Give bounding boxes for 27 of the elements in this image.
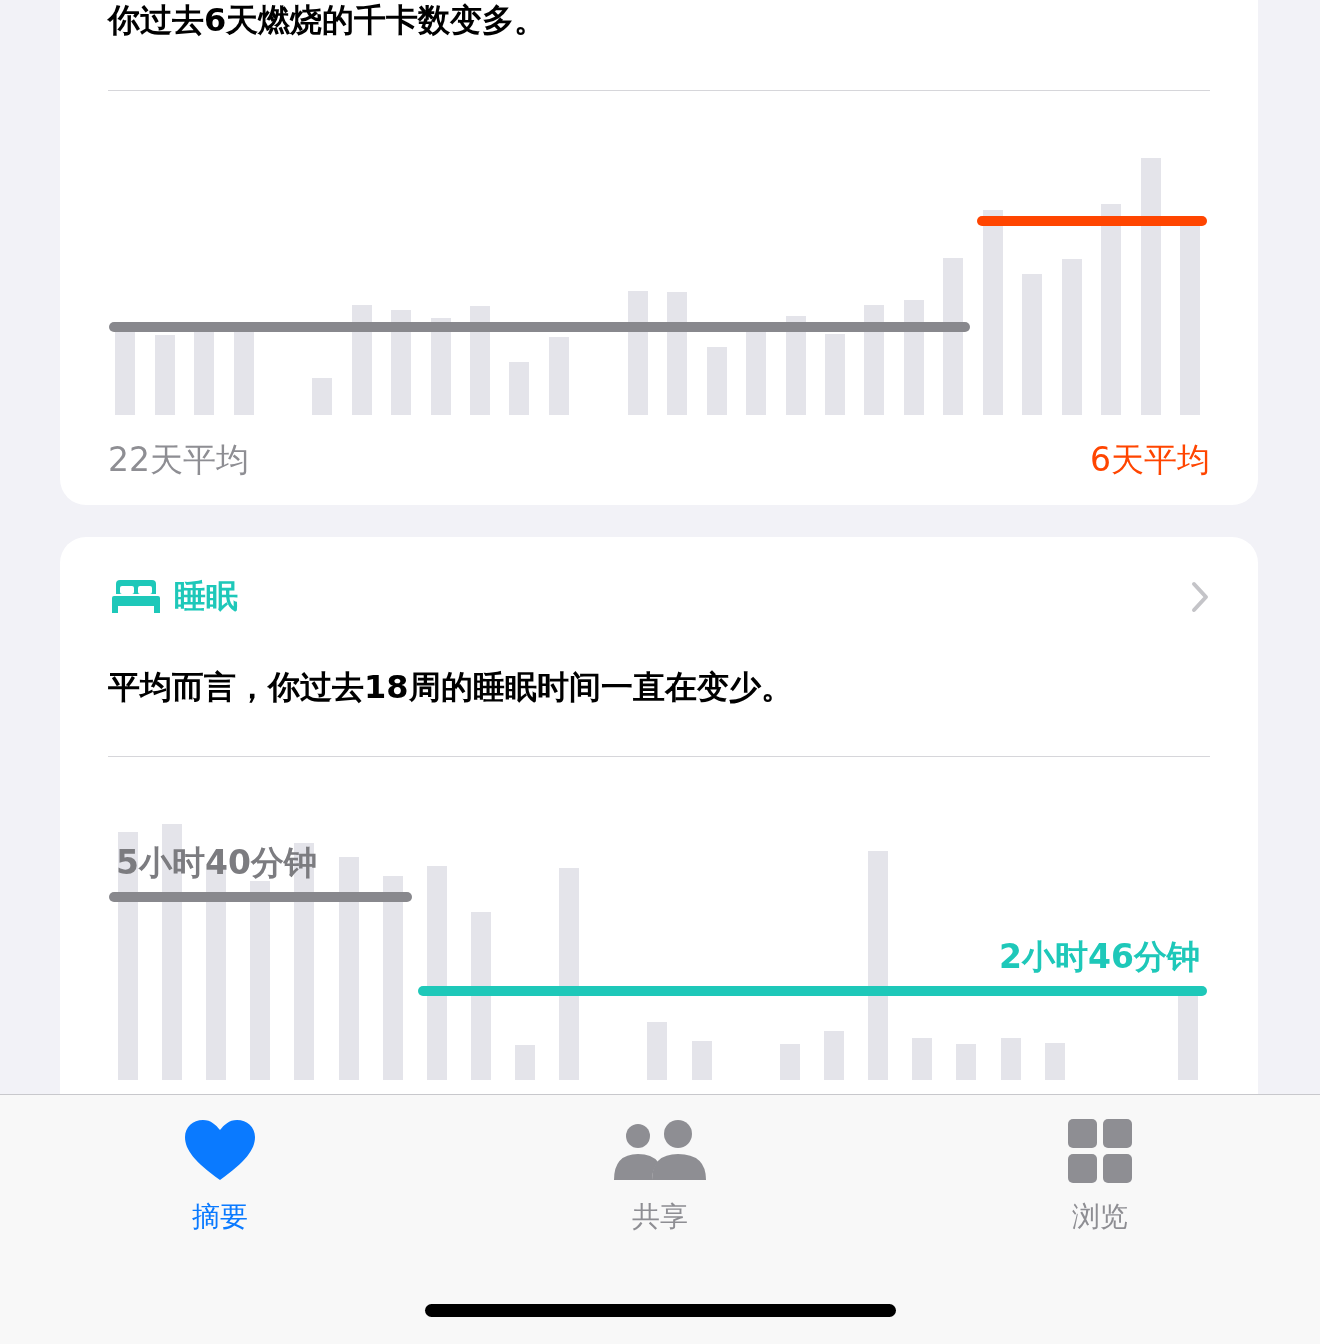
chart-bar (692, 1041, 712, 1080)
chevron-icon[interactable] (1190, 581, 1210, 613)
chart-bar (312, 378, 332, 415)
chart-bar (780, 1044, 800, 1080)
chart-bar (647, 1022, 667, 1080)
baseline-value: 5小时40分钟 (116, 843, 317, 883)
grid-icon (1068, 1119, 1132, 1183)
chart-bar (956, 1044, 976, 1080)
bed-icon (112, 580, 160, 614)
chart-bar (707, 347, 727, 415)
tab[interactable]: 共享 (440, 1095, 880, 1247)
chart-bar (912, 1038, 932, 1080)
baseline-label: 22天平均 (108, 440, 249, 480)
tab[interactable]: 浏览 (880, 1095, 1320, 1247)
summary-text: 你过去6天燃烧的千卡数变多。 (108, 0, 548, 41)
chart-bar (509, 362, 529, 415)
sleep-title[interactable]: 睡眠 (174, 575, 238, 619)
tab[interactable]: 摘要 (0, 1095, 440, 1247)
heart-icon (185, 1119, 255, 1183)
chart-bar (824, 1031, 844, 1080)
chart-bar (1045, 1043, 1065, 1080)
chart-bar (1001, 1038, 1021, 1080)
people-icon (612, 1119, 708, 1183)
recent-label: 6天平均 (1090, 440, 1210, 480)
summary-text: 平均而言，你过去18周的睡眠时间一直在变少。 (108, 667, 794, 708)
recent-value: 2小时46分钟 (999, 937, 1200, 977)
chart-bar (515, 1045, 535, 1080)
